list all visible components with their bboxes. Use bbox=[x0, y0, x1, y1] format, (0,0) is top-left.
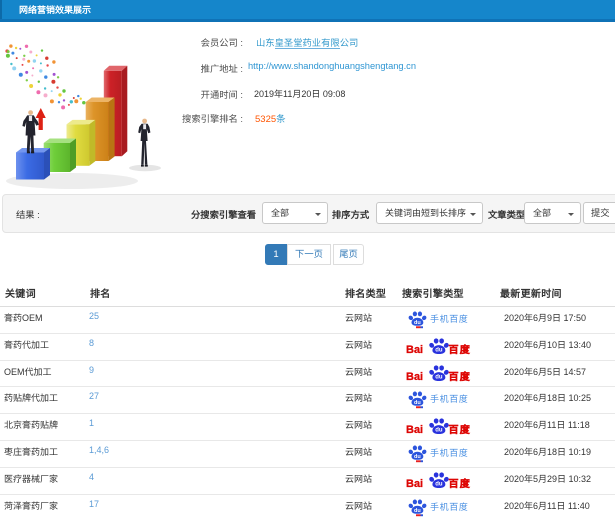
svg-text:du: du bbox=[414, 508, 421, 514]
svg-text:Bai: Bai bbox=[406, 344, 423, 356]
svg-text:du: du bbox=[435, 348, 443, 354]
svg-text:Bai: Bai bbox=[406, 371, 423, 383]
svg-text:du: du bbox=[414, 400, 421, 406]
svg-text:du: du bbox=[414, 454, 421, 460]
svg-text:百度: 百度 bbox=[449, 368, 471, 383]
svg-text:du: du bbox=[435, 428, 443, 434]
svg-text:百度: 百度 bbox=[449, 475, 471, 490]
svg-text:百度: 百度 bbox=[449, 421, 471, 436]
svg-text:du: du bbox=[414, 320, 421, 326]
svg-text:百度: 百度 bbox=[449, 341, 471, 356]
svg-text:Bai: Bai bbox=[406, 478, 423, 490]
svg-text:du: du bbox=[435, 482, 443, 488]
svg-text:Bai: Bai bbox=[406, 424, 423, 436]
svg-text:du: du bbox=[435, 375, 443, 381]
